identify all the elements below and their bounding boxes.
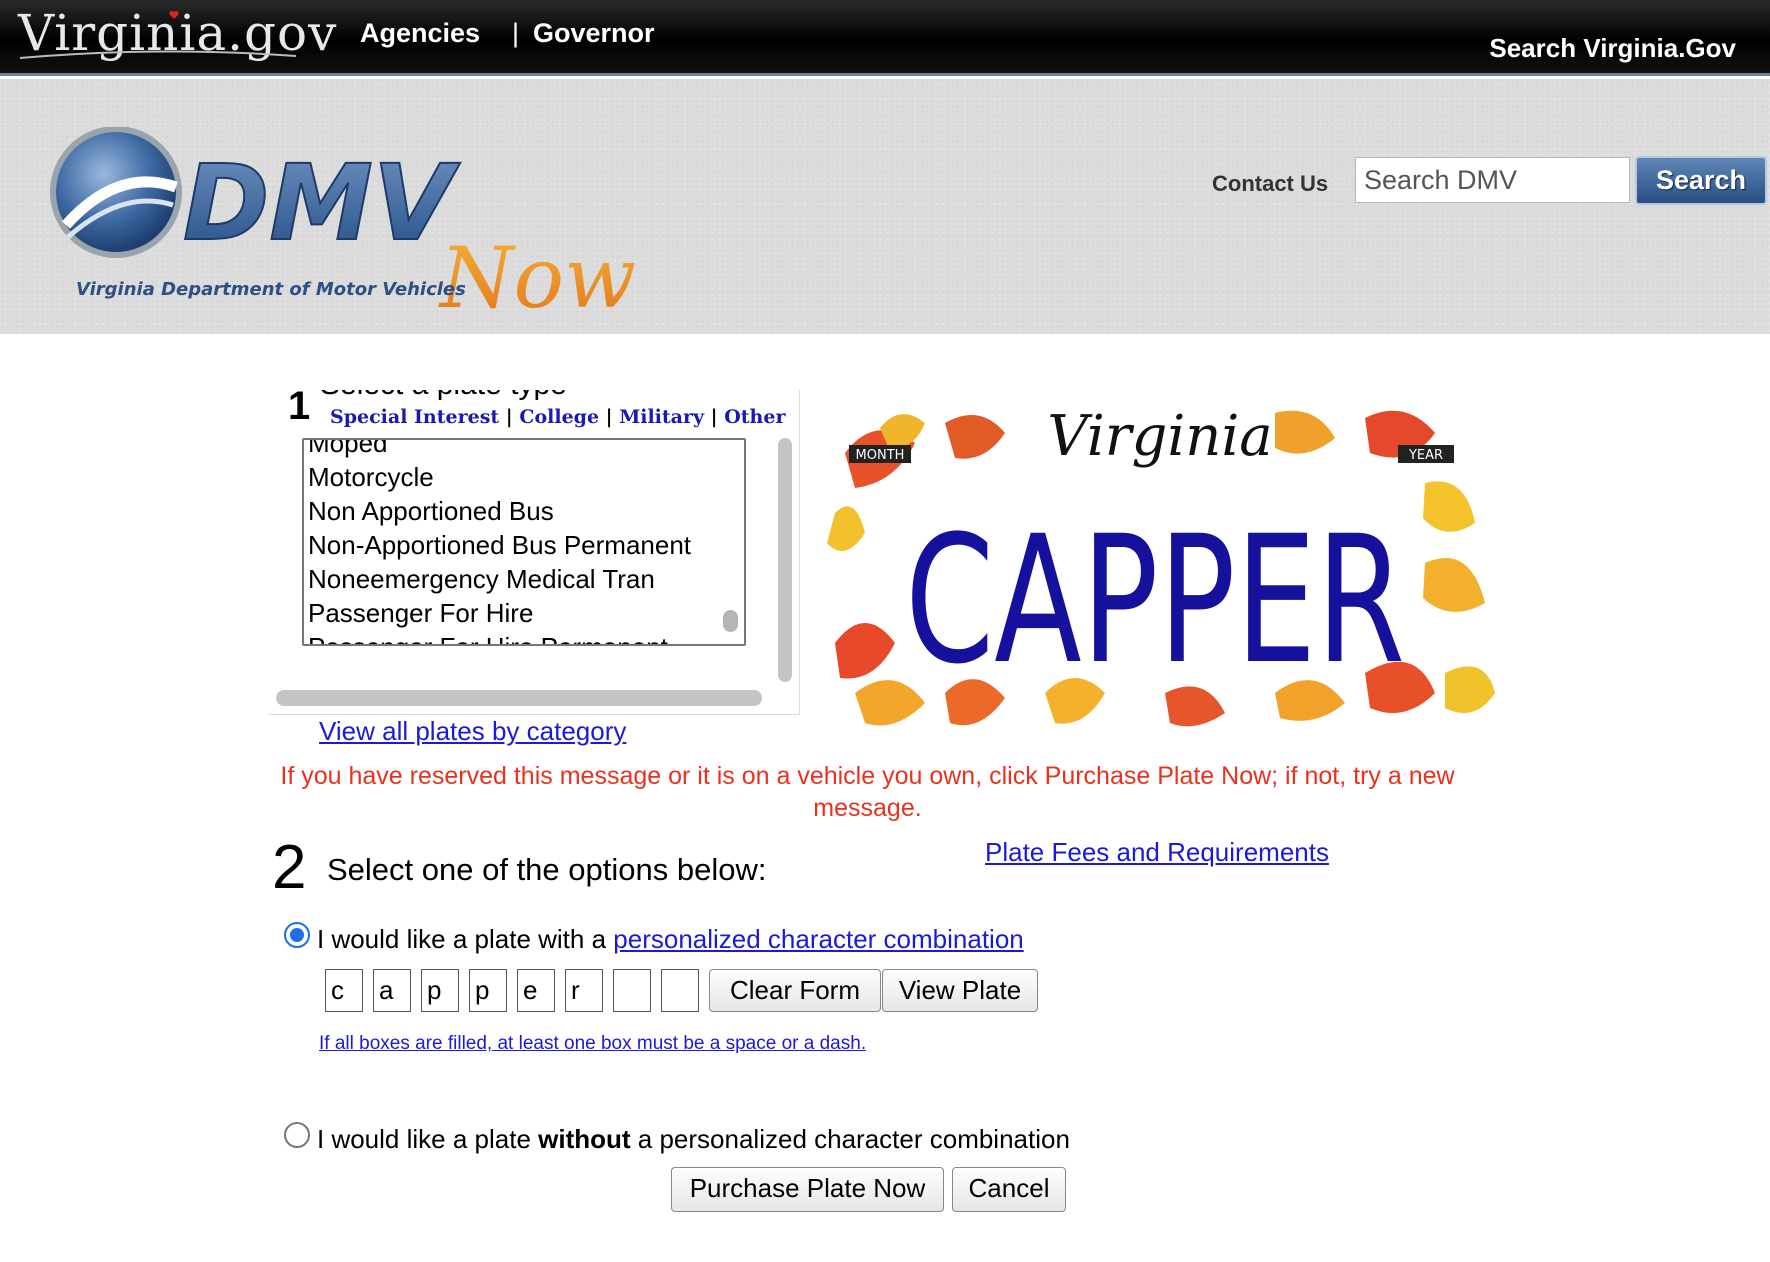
virginia-gov-logo[interactable]: Virginia.gov bbox=[18, 4, 336, 64]
category-college-link[interactable]: College bbox=[519, 406, 599, 428]
plate-type-frame: 1 Select a plate type Special Interest |… bbox=[268, 390, 800, 715]
non-personalized-text-before: I would like a plate bbox=[317, 1124, 539, 1154]
plate-character-input[interactable] bbox=[517, 969, 555, 1012]
personalized-option-label: I would like a plate with a personalized… bbox=[317, 924, 1024, 955]
contact-us-link[interactable]: Contact Us bbox=[1212, 171, 1328, 197]
plate-character-input[interactable] bbox=[565, 969, 603, 1012]
character-rule-hint-link[interactable]: If all boxes are filled, at least one bo… bbox=[319, 1033, 866, 1055]
non-personalized-option-label: I would like a plate without a personali… bbox=[317, 1124, 1070, 1155]
step2-heading: Select one of the options below: bbox=[327, 852, 767, 887]
plate-type-option[interactable]: Non-Apportioned Bus Permanent bbox=[308, 528, 691, 562]
dmv-logo-now-text: Now bbox=[438, 229, 636, 327]
non-personalized-text-bold: without bbox=[538, 1124, 631, 1154]
step1-number: 1 bbox=[288, 390, 311, 428]
reserved-warning-message: If you have reserved this message or it … bbox=[280, 762, 1455, 822]
category-separator: | bbox=[505, 406, 513, 428]
plate-type-option[interactable]: Non Apportioned Bus bbox=[308, 494, 691, 528]
category-separator: | bbox=[605, 406, 613, 428]
dmv-logo-caption: Virginia Department of Motor Vehicles bbox=[76, 279, 466, 300]
frame-horizontal-scrollbar[interactable] bbox=[276, 690, 762, 706]
purchase-plate-now-button[interactable]: Purchase Plate Now bbox=[671, 1167, 944, 1212]
category-separator: | bbox=[710, 406, 718, 428]
top-navigation-bar: Virginia.gov Agencies | Governor Search … bbox=[0, 0, 1770, 76]
plate-character-input[interactable] bbox=[373, 969, 411, 1012]
plate-character-input[interactable] bbox=[661, 969, 699, 1012]
view-all-plates-link[interactable]: View all plates by category bbox=[319, 716, 626, 747]
dmv-header: DMV Now Virginia Department of Motor Veh… bbox=[0, 79, 1770, 334]
search-dmv-input[interactable] bbox=[1355, 157, 1630, 203]
clear-form-button[interactable]: Clear Form bbox=[709, 969, 881, 1012]
personalized-option-text: I would like a plate with a bbox=[317, 924, 614, 954]
view-plate-button[interactable]: View Plate bbox=[882, 969, 1038, 1012]
plate-type-option[interactable]: Passenger For Hire bbox=[308, 596, 691, 630]
plate-year-label: YEAR bbox=[1408, 448, 1443, 463]
step2-number: 2 bbox=[272, 833, 307, 902]
dmv-now-logo[interactable]: DMV Now Virginia Department of Motor Veh… bbox=[48, 127, 648, 397]
frame-vertical-scrollbar[interactable] bbox=[778, 438, 792, 682]
plate-category-links: Special Interest | College | Military | … bbox=[330, 406, 785, 428]
plate-type-option[interactable]: Moped bbox=[308, 440, 691, 460]
logo-swoosh-icon bbox=[19, 50, 297, 59]
plate-type-listbox[interactable]: Moped Motorcycle Non Apportioned Bus Non… bbox=[302, 438, 746, 646]
plate-type-option[interactable]: Noneemergency Medical Tran bbox=[308, 562, 691, 596]
plate-character-input[interactable] bbox=[325, 969, 363, 1012]
search-button[interactable]: Search bbox=[1635, 156, 1767, 205]
non-personalized-option-radio[interactable] bbox=[284, 1122, 310, 1148]
plate-type-option[interactable]: Passenger For Hire Permanent bbox=[308, 630, 691, 644]
plate-fees-link[interactable]: Plate Fees and Requirements bbox=[985, 837, 1329, 868]
personalized-combination-link[interactable]: personalized character combination bbox=[613, 924, 1023, 954]
nav-separator: | bbox=[512, 18, 520, 48]
license-plate-preview: MONTH YEAR Virginia CAPPER bbox=[805, 393, 1505, 745]
step1-heading: Select a plate type bbox=[320, 390, 567, 402]
plate-character-input[interactable] bbox=[421, 969, 459, 1012]
heart-icon bbox=[169, 11, 179, 19]
listbox-scrollbar[interactable] bbox=[723, 610, 738, 632]
plate-type-option[interactable]: Motorcycle bbox=[308, 460, 691, 494]
plate-characters: CAPPER bbox=[905, 498, 1405, 703]
search-virginia-gov-link[interactable]: Search Virginia.Gov bbox=[1489, 33, 1736, 64]
dmv-logo-main-text: DMV bbox=[183, 142, 461, 264]
plate-month-label: MONTH bbox=[856, 448, 905, 463]
nav-agencies-link[interactable]: Agencies bbox=[360, 18, 480, 49]
non-personalized-text-after: a personalized character combination bbox=[630, 1124, 1070, 1154]
nav-governor-link[interactable]: Governor bbox=[533, 18, 655, 49]
personalized-option-radio[interactable] bbox=[284, 922, 310, 948]
category-military-link[interactable]: Military bbox=[619, 406, 704, 428]
plate-character-input[interactable] bbox=[469, 969, 507, 1012]
plate-character-input[interactable] bbox=[613, 969, 651, 1012]
plate-state-name: Virginia bbox=[1047, 404, 1272, 469]
category-other-link[interactable]: Other bbox=[724, 406, 785, 428]
cancel-button[interactable]: Cancel bbox=[952, 1167, 1066, 1212]
category-special-interest-link[interactable]: Special Interest bbox=[330, 406, 499, 428]
